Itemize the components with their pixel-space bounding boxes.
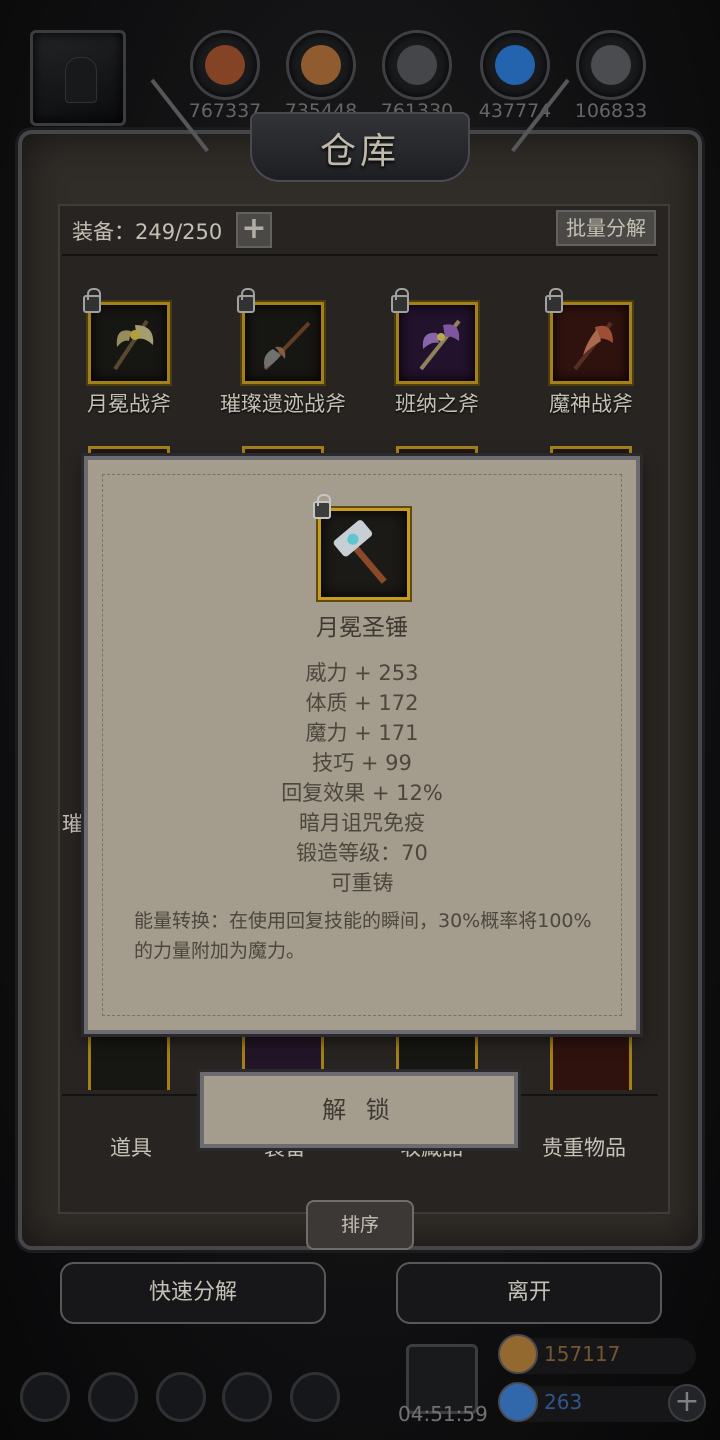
unlock-button[interactable]: 解 锁 bbox=[200, 1072, 518, 1148]
stat-line: 体质 + 172 bbox=[305, 691, 419, 715]
stat-line: 回复效果 + 12% bbox=[281, 781, 443, 805]
item-slot bbox=[313, 494, 410, 600]
item-stats: 威力 + 253 体质 + 172 魔力 + 171 技巧 + 99 回复效果 … bbox=[88, 658, 636, 898]
item-detail-popup: 月冕圣锤 威力 + 253 体质 + 172 魔力 + 171 技巧 + 99 … bbox=[84, 456, 640, 1034]
stat-line: 魔力 + 171 bbox=[305, 721, 419, 745]
stat-line: 威力 + 253 bbox=[305, 661, 419, 685]
stat-line: 锻造等级：70 bbox=[296, 841, 428, 865]
stat-line: 暗月诅咒免疫 bbox=[299, 811, 425, 835]
stat-line: 可重铸 bbox=[330, 871, 394, 895]
hammer-icon bbox=[333, 520, 387, 584]
item-description: 能量转换：在使用回复技能的瞬间，30%概率将100%的力量附加为魔力。 bbox=[134, 910, 592, 962]
stat-line: 技巧 + 99 bbox=[312, 751, 412, 775]
item-title: 月冕圣锤 bbox=[316, 615, 408, 641]
